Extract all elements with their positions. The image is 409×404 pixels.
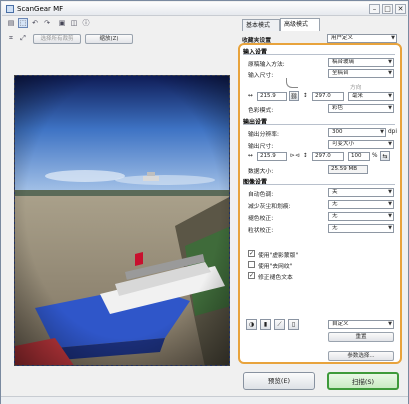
rotate-left-icon[interactable]: ↶ bbox=[30, 18, 40, 28]
resolution-label: 输出分辨率: bbox=[248, 132, 279, 138]
page-delete-icon[interactable]: ▣ bbox=[57, 18, 67, 28]
crop-icon[interactable]: ⌗ bbox=[6, 33, 16, 43]
height-icon: ↕ bbox=[303, 153, 308, 159]
output-height-field[interactable]: 297.0 bbox=[312, 152, 344, 161]
info-icon[interactable]: ⓘ bbox=[81, 18, 91, 28]
chevron-down-icon: ▼ bbox=[388, 59, 392, 65]
select-all-crops-button[interactable]: 选择所有裁剪 bbox=[33, 34, 81, 44]
ratio-lock-icon[interactable]: ⛓ bbox=[289, 91, 299, 101]
zoom-fit-icon[interactable]: ⤢ bbox=[18, 33, 28, 43]
output-size-label: 输出尺寸: bbox=[248, 144, 274, 150]
fading-label: 褪色校正: bbox=[248, 216, 274, 222]
reset-button[interactable]: 重置 bbox=[328, 332, 394, 342]
status-bar bbox=[1, 396, 408, 404]
scan-button[interactable]: 扫描(S) bbox=[327, 372, 399, 390]
swap-icon[interactable]: ⇆ bbox=[380, 151, 390, 161]
chevron-down-icon: ▼ bbox=[388, 70, 392, 76]
chevron-down-icon: ▼ bbox=[388, 225, 392, 231]
auto-tone-select[interactable]: 关 ▼ bbox=[328, 188, 394, 197]
preferences-button[interactable]: 参数选择... bbox=[328, 351, 394, 361]
unit-select[interactable]: 毫米 ▼ bbox=[348, 92, 394, 101]
orientation-label: 方向 bbox=[350, 85, 362, 91]
preview-toolbar: ▤ ⬚ ↶ ↷ ▣ ◫ ⓘ bbox=[4, 18, 236, 30]
minimize-button[interactable]: – bbox=[369, 4, 380, 14]
color-mode-select[interactable]: 彩色 ▼ bbox=[328, 104, 394, 113]
unsharp-mask-label: 使用"虚影蒙版" bbox=[258, 253, 299, 259]
title-bar: ScanGear MF – □ ✕ bbox=[2, 2, 407, 16]
descreen-checkbox[interactable] bbox=[248, 261, 255, 268]
color-mode-label: 色彩模式: bbox=[248, 108, 274, 114]
image-settings-header: 图像设置 bbox=[243, 177, 395, 186]
settings-panel: 输入设置 原稿输入方法: 稿台玻璃 ▼ 输入尺寸: 全稿台 ▼ 方向 ↔ 215.9… bbox=[238, 43, 402, 364]
output-size-select[interactable]: 可变大小 ▼ bbox=[328, 140, 394, 149]
preview-photo bbox=[15, 76, 229, 365]
source-label: 原稿输入方法: bbox=[248, 62, 285, 68]
rotate-right-icon[interactable]: ↷ bbox=[42, 18, 52, 28]
page-icon[interactable]: ▤ bbox=[6, 18, 16, 28]
chevron-down-icon: ▼ bbox=[388, 213, 392, 219]
input-width-field[interactable]: 215.9 bbox=[257, 92, 287, 101]
dpi-unit: dpi bbox=[388, 129, 397, 135]
scangear-window: ScanGear MF – □ ✕ ▤ ⬚ ↶ ↷ ▣ ◫ ⓘ ⌗ ⤢ 选择所有… bbox=[0, 0, 409, 404]
app-icon bbox=[6, 5, 14, 13]
tone-curve-icon[interactable]: ⟋ bbox=[274, 319, 285, 330]
fading-select[interactable]: 无 ▼ bbox=[328, 212, 394, 221]
descreen-label: 使用"去网纹" bbox=[258, 264, 293, 270]
chevron-down-icon: ▼ bbox=[388, 93, 392, 99]
chevron-down-icon: ▼ bbox=[391, 35, 395, 41]
chevron-down-icon: ▼ bbox=[388, 141, 392, 147]
scale-field[interactable]: 100 bbox=[348, 152, 370, 161]
chevron-down-icon: ▼ bbox=[388, 321, 392, 327]
faded-text-label: 修正褪色文本 bbox=[258, 275, 293, 281]
input-size-select[interactable]: 全稿台 ▼ bbox=[328, 69, 394, 78]
crop-toolbar: ⌗ ⤢ 选择所有裁剪 缩放(Z) bbox=[4, 32, 236, 46]
histogram-icon[interactable]: ▮ bbox=[260, 319, 271, 330]
orientation-icon bbox=[286, 78, 298, 88]
select-area-icon[interactable]: ⬚ bbox=[18, 18, 28, 28]
tab-advanced-mode[interactable]: 高级模式 bbox=[280, 18, 320, 31]
brightness-icon[interactable]: ◑ bbox=[246, 319, 257, 330]
preview-button[interactable]: 预览(E) bbox=[243, 372, 315, 390]
dust-scratch-label: 减少灰尘和划痕: bbox=[248, 204, 291, 210]
width-icon: ↔ bbox=[248, 93, 253, 99]
close-button[interactable]: ✕ bbox=[395, 4, 406, 14]
resolution-select[interactable]: 300 ▼ bbox=[328, 128, 386, 137]
grain-select[interactable]: 无 ▼ bbox=[328, 224, 394, 233]
lock-icon: ⊳⊲ bbox=[290, 153, 300, 159]
chevron-down-icon: ▼ bbox=[388, 201, 392, 207]
chevron-down-icon: ▼ bbox=[388, 105, 392, 111]
data-size-value: 25.59 MB bbox=[328, 165, 368, 174]
input-height-field[interactable]: 297.0 bbox=[312, 92, 344, 101]
dust-scratch-select[interactable]: 无 ▼ bbox=[328, 200, 394, 209]
zoom-button[interactable]: 缩放(Z) bbox=[85, 34, 133, 44]
chevron-down-icon: ▼ bbox=[380, 129, 384, 135]
maximize-button[interactable]: □ bbox=[382, 4, 393, 14]
data-size-label: 数据大小: bbox=[248, 169, 274, 175]
output-settings-header: 输出设置 bbox=[243, 117, 395, 126]
scale-unit: % bbox=[372, 153, 378, 159]
width-icon: ↔ bbox=[248, 153, 253, 159]
faded-text-checkbox[interactable]: ✓ bbox=[248, 272, 255, 279]
favorites-select[interactable]: 用户定义 ▼ bbox=[327, 34, 397, 43]
auto-tone-label: 自动色调: bbox=[248, 192, 274, 198]
threshold-icon[interactable]: ▯ bbox=[288, 319, 299, 330]
input-settings-header: 输入设置 bbox=[243, 47, 395, 56]
chevron-down-icon: ▼ bbox=[388, 189, 392, 195]
tab-basic-mode[interactable]: 基本模式 bbox=[242, 19, 280, 31]
height-icon: ↕ bbox=[303, 93, 308, 99]
copy-icon[interactable]: ◫ bbox=[69, 18, 79, 28]
unsharp-mask-checkbox[interactable]: ✓ bbox=[248, 250, 255, 257]
source-select[interactable]: 稿台玻璃 ▼ bbox=[328, 58, 394, 67]
output-width-field[interactable]: 215.9 bbox=[257, 152, 287, 161]
preview-area[interactable] bbox=[14, 75, 230, 366]
grain-label: 粒状校正: bbox=[248, 228, 274, 234]
window-title: ScanGear MF bbox=[17, 5, 64, 13]
tone-preset-select[interactable]: 自定义 ▼ bbox=[328, 320, 394, 329]
input-size-label: 输入尺寸: bbox=[248, 73, 274, 79]
